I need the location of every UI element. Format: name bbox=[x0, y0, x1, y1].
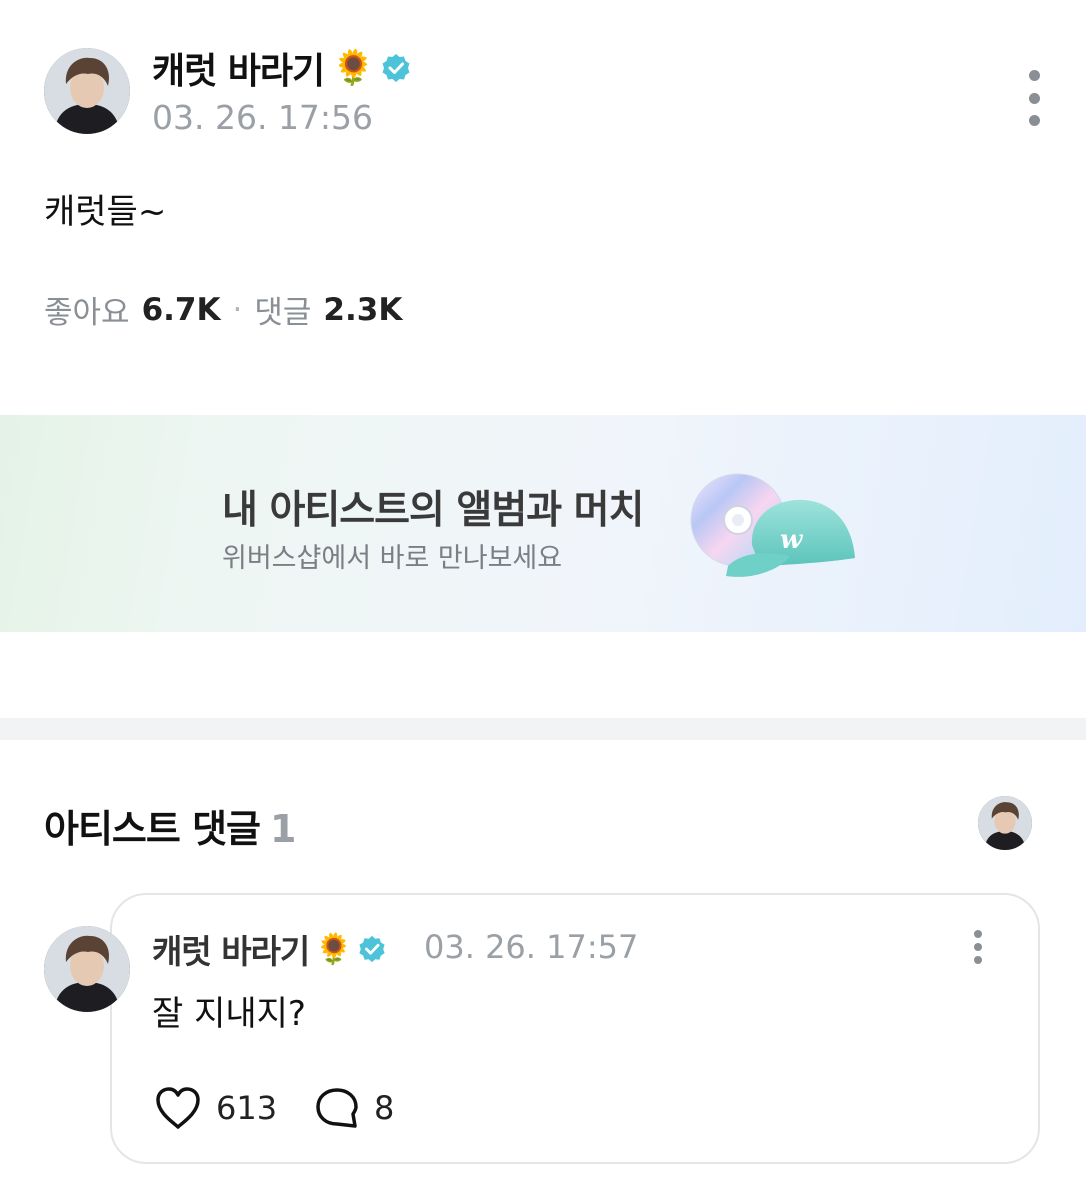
verified-badge-icon bbox=[382, 54, 410, 82]
sunflower-emoji: 🌻 bbox=[332, 48, 374, 88]
likes-count[interactable]: 6.7K bbox=[142, 292, 221, 328]
sunflower-emoji: 🌻 bbox=[315, 931, 352, 967]
comments-label: 댓글 bbox=[254, 295, 312, 331]
avatar-photo bbox=[44, 48, 130, 134]
verified-badge-icon bbox=[359, 935, 385, 963]
post-timestamp: 03. 26. 17:56 bbox=[152, 98, 374, 137]
post-stats: 좋아요 6.7K · 댓글 2.3K bbox=[44, 287, 402, 332]
comment-like-count: 613 bbox=[216, 1089, 278, 1127]
comment-reply-button[interactable]: 8 bbox=[314, 1086, 394, 1130]
banner-subtitle: 위버스샵에서 바로 만나보세요 bbox=[222, 543, 563, 574]
post-author[interactable]: 캐럿 바라기 🌻 bbox=[152, 42, 411, 94]
comment-author-name: 캐럿 바라기 bbox=[152, 932, 310, 971]
svg-text:w: w bbox=[780, 525, 804, 555]
comments-count[interactable]: 2.3K bbox=[323, 292, 402, 328]
comment-author-avatar[interactable] bbox=[44, 926, 130, 1012]
album-and-cap-icon: w bbox=[690, 473, 855, 577]
post-author-avatar[interactable] bbox=[44, 48, 130, 134]
artist-avatar-button[interactable] bbox=[978, 796, 1032, 850]
comment-author[interactable]: 캐럿 바라기 🌻 bbox=[152, 925, 386, 973]
speech-bubble-icon bbox=[316, 1088, 358, 1128]
comment-more-options-icon[interactable] bbox=[971, 930, 985, 964]
comment-content: 잘 지내지? bbox=[152, 994, 306, 1034]
artist-comments-title: 아티스트 댓글 bbox=[44, 807, 261, 851]
post-content: 캐럿들~ bbox=[44, 192, 167, 232]
post-more-options-icon[interactable] bbox=[1022, 70, 1046, 126]
comment-like-button[interactable]: 613 bbox=[154, 1086, 277, 1130]
heart-icon bbox=[156, 1087, 200, 1129]
avatar-photo bbox=[44, 926, 130, 1012]
comment-timestamp: 03. 26. 17:57 bbox=[424, 928, 639, 966]
banner-title: 내 아티스트의 앨범과 머치 bbox=[222, 488, 644, 533]
comment-reply-count: 8 bbox=[374, 1089, 395, 1127]
likes-label: 좋아요 bbox=[44, 295, 130, 331]
post-author-name: 캐럿 바라기 bbox=[152, 51, 325, 92]
artist-comments-count: 1 bbox=[270, 807, 296, 851]
avatar-photo bbox=[978, 796, 1032, 850]
section-divider bbox=[0, 718, 1086, 740]
artist-comments-heading: 아티스트 댓글 1 bbox=[44, 798, 296, 853]
stats-separator: · bbox=[232, 291, 243, 328]
